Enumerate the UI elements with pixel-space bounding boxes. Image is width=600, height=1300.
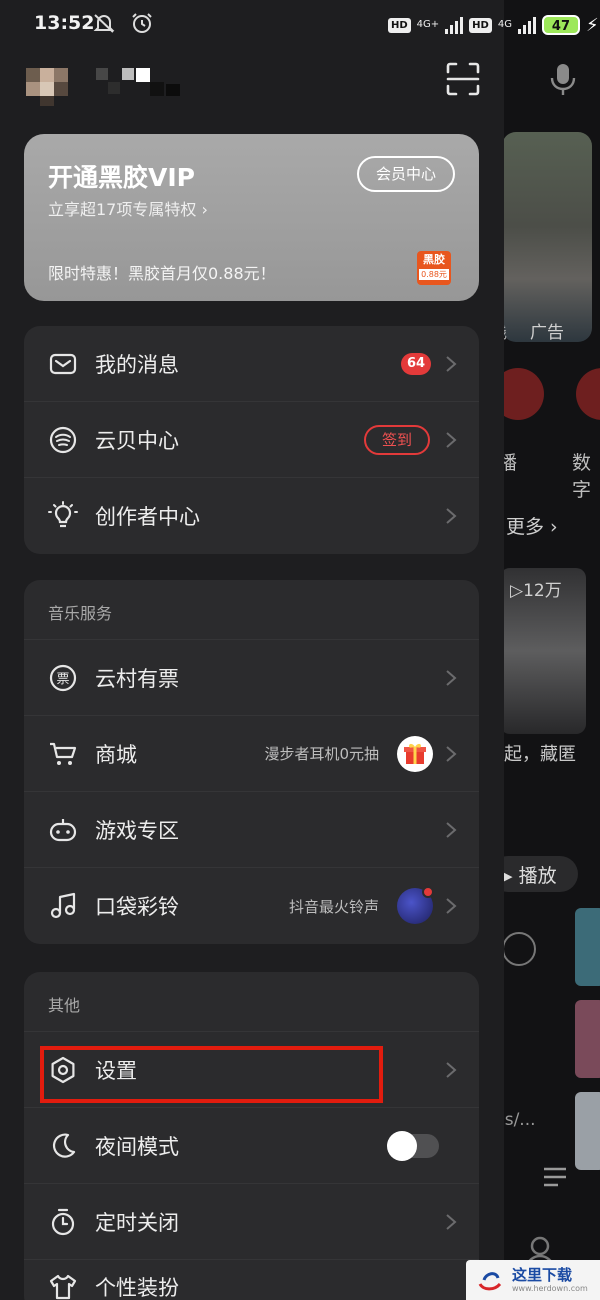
menu-item-label: 个性装扮 bbox=[95, 1276, 179, 1300]
vinyl-badge-icon: 黑胶 0.88元 bbox=[417, 251, 451, 285]
bell-muted-icon bbox=[93, 14, 115, 33]
game-icon bbox=[49, 818, 77, 841]
svg-text:票: 票 bbox=[56, 672, 69, 687]
member-center-button[interactable]: 会员中心 bbox=[357, 156, 455, 192]
menu-item-label: 我的消息 bbox=[95, 352, 179, 377]
background-nav-circle bbox=[576, 368, 600, 420]
cart-icon bbox=[50, 742, 77, 765]
others-card: 其他 设置 夜间模式 定时关闭 个性装扮 bbox=[24, 972, 479, 1300]
background-nav-label: 数字 bbox=[572, 452, 592, 501]
background-video-icon bbox=[502, 932, 536, 966]
signal-bars-icon bbox=[517, 16, 536, 34]
background-caption: 起，藏匿 bbox=[504, 744, 576, 765]
gift-icon bbox=[397, 735, 433, 772]
background-thumbnail bbox=[575, 908, 600, 986]
promo-text: 抖音最火铃声 bbox=[288, 897, 379, 916]
vip-promo-text: 限时特惠！黑胶首月仅0.88元！ bbox=[48, 264, 276, 283]
menu-item-label: 创作者中心 bbox=[95, 505, 200, 529]
charging-icon: ⚡ bbox=[585, 14, 599, 36]
battery-level: 47 bbox=[541, 15, 580, 35]
chevron-right-icon bbox=[446, 1213, 457, 1230]
lightbulb-icon bbox=[48, 501, 78, 528]
vip-subtitle[interactable]: 立享超17项专属特权 › bbox=[48, 196, 208, 220]
scan-icon[interactable] bbox=[446, 62, 480, 96]
menu-item-label: 夜间模式 bbox=[95, 1134, 179, 1159]
background-more-link: 更多 › bbox=[506, 516, 558, 538]
promo-text: 漫步者耳机0元抽 bbox=[264, 745, 379, 763]
unread-count-badge: 64 bbox=[401, 352, 431, 375]
profile-avatar-name[interactable] bbox=[26, 66, 186, 106]
side-drawer: 开通黑胶VIP 立享超17项专属特权 › 会员中心 限时特惠！黑胶首月仅0.88… bbox=[0, 0, 504, 1300]
menu-item-tickets[interactable]: 票 云村有票 bbox=[24, 640, 479, 716]
ringtone-promo-icon bbox=[397, 886, 434, 924]
status-right-icons: HD 4G+ HD 4G 47 ⚡ bbox=[388, 12, 599, 38]
chevron-right-icon bbox=[446, 898, 457, 914]
menu-item-label: 云贝中心 bbox=[95, 428, 179, 453]
menu-item-label: 口袋彩铃 bbox=[95, 895, 179, 919]
playlist-icon bbox=[544, 1167, 566, 1187]
cloud-bean-icon bbox=[49, 426, 77, 453]
signal-bars-icon bbox=[445, 16, 464, 34]
status-time: 13:52 bbox=[34, 12, 95, 34]
chevron-right-icon bbox=[446, 431, 457, 448]
mic-icon bbox=[550, 64, 576, 95]
background-banner bbox=[502, 132, 592, 342]
chevron-right-icon bbox=[446, 1061, 457, 1078]
chevron-right-icon bbox=[446, 355, 457, 372]
menu-item-label: 商城 bbox=[95, 742, 137, 767]
menu-item-sleep-timer[interactable]: 定时关闭 bbox=[24, 1184, 479, 1260]
music-note-icon bbox=[50, 892, 76, 919]
background-app-content: 栈 广告 播 数字 更多 › ▷12万 起，藏匿 ▶ 播放 is/... bbox=[490, 0, 600, 1300]
menu-item-shop[interactable]: 商城 漫步者耳机0元抽 bbox=[24, 716, 479, 792]
section-heading: 其他 bbox=[24, 972, 479, 1032]
menu-item-label: 定时关闭 bbox=[95, 1210, 179, 1235]
main-menu-card: 我的消息 64 云贝中心 签到 创作者中心 bbox=[24, 326, 479, 554]
chevron-right-icon bbox=[446, 508, 457, 524]
chevron-right-icon bbox=[446, 669, 457, 686]
ticket-icon: 票 bbox=[49, 664, 77, 691]
background-truncated-text: is/... bbox=[500, 1110, 536, 1130]
menu-item-cloud-bean[interactable]: 云贝中心 签到 bbox=[24, 402, 479, 478]
alarm-icon bbox=[132, 13, 152, 33]
watermark-url: www.herdown.com bbox=[512, 1284, 588, 1293]
timer-icon bbox=[51, 1208, 75, 1235]
status-bar: 13:52 HD 4G+ HD 4G 47 ⚡ bbox=[0, 0, 600, 52]
music-services-card: 音乐服务 票 云村有票 商城 漫步者耳机0元抽 游戏专区 口袋彩铃 抖音最火铃声 bbox=[24, 580, 479, 944]
menu-item-ringtones[interactable]: 口袋彩铃 抖音最火铃声 bbox=[24, 868, 479, 944]
mail-icon bbox=[49, 353, 77, 374]
hd-badge: HD bbox=[388, 17, 411, 33]
moon-icon bbox=[53, 1133, 76, 1158]
watermark-title: 这里下载 bbox=[512, 1266, 573, 1284]
background-play-count: ▷12万 bbox=[510, 581, 562, 601]
network-type: 4G+ bbox=[416, 19, 440, 30]
background-thumbnail bbox=[575, 1092, 600, 1170]
menu-item-creator-center[interactable]: 创作者中心 bbox=[24, 478, 479, 554]
vip-title: 开通黑胶VIP bbox=[48, 163, 195, 192]
menu-item-themes[interactable]: 个性装扮 bbox=[24, 1260, 479, 1300]
status-alert-icons bbox=[92, 12, 154, 39]
menu-item-label: 游戏专区 bbox=[95, 818, 179, 843]
background-ad-label: 广告 bbox=[530, 323, 564, 343]
night-mode-toggle[interactable] bbox=[387, 1130, 439, 1161]
settings-highlight-box bbox=[40, 1046, 383, 1103]
section-heading: 音乐服务 bbox=[24, 580, 479, 640]
menu-item-messages[interactable]: 我的消息 64 bbox=[24, 326, 479, 402]
watermark-logo-icon bbox=[478, 1272, 502, 1291]
background-thumbnail bbox=[575, 1000, 600, 1078]
menu-item-games[interactable]: 游戏专区 bbox=[24, 792, 479, 868]
sign-in-button[interactable]: 签到 bbox=[364, 424, 430, 455]
menu-item-night-mode[interactable]: 夜间模式 bbox=[24, 1108, 479, 1184]
menu-item-label: 云村有票 bbox=[95, 666, 179, 691]
network-type: 4G bbox=[497, 19, 512, 30]
chevron-right-icon bbox=[446, 745, 457, 762]
hd-badge: HD bbox=[469, 17, 492, 33]
chevron-right-icon bbox=[446, 821, 457, 838]
vip-card[interactable]: 开通黑胶VIP 立享超17项专属特权 › 会员中心 限时特惠！黑胶首月仅0.88… bbox=[24, 134, 479, 301]
tshirt-icon bbox=[49, 1274, 77, 1300]
site-watermark: 这里下载 www.herdown.com bbox=[466, 1260, 600, 1300]
